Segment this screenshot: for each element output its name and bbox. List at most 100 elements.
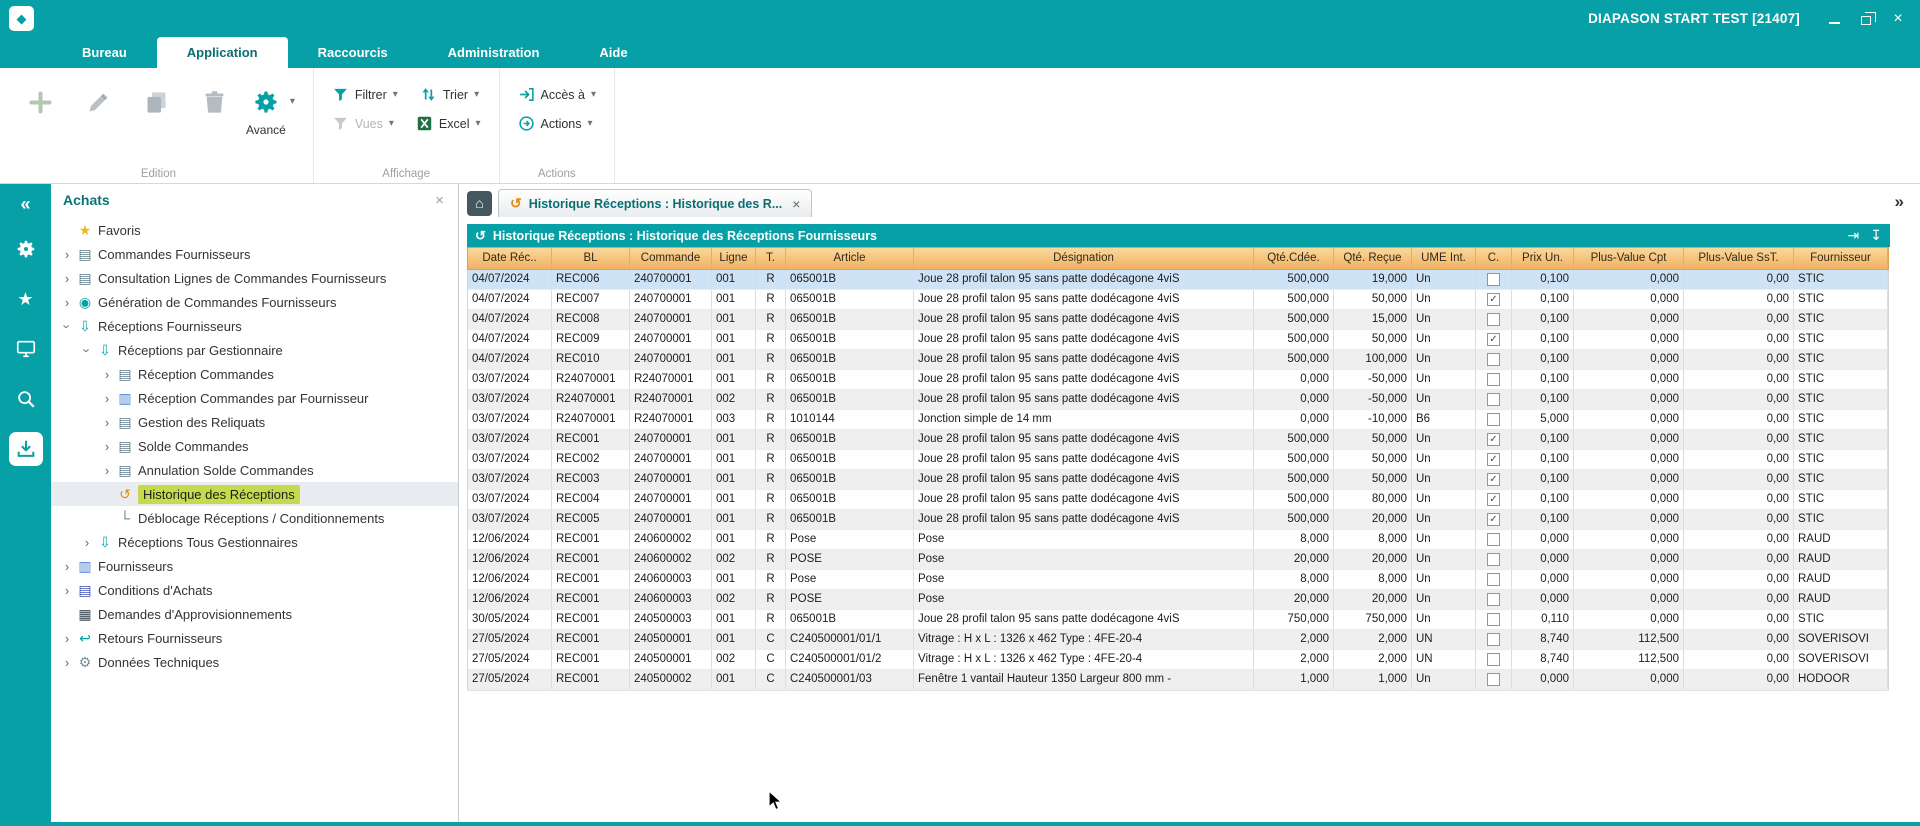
expander-icon[interactable]: › bbox=[59, 271, 75, 286]
row-checkbox[interactable] bbox=[1487, 553, 1500, 566]
expander-icon[interactable]: › bbox=[59, 247, 75, 262]
close-icon[interactable]: × bbox=[435, 192, 444, 209]
row-checkbox[interactable] bbox=[1487, 353, 1500, 366]
tree-item[interactable]: ›◉Génération de Commandes Fournisseurs bbox=[51, 290, 458, 314]
expander-icon[interactable]: › bbox=[59, 559, 75, 574]
table-row[interactable]: 12/06/2024REC001240600003002RPOSEPose20,… bbox=[468, 590, 1888, 610]
pin-right-icon[interactable]: ⇥ bbox=[1848, 227, 1860, 244]
row-checkbox[interactable] bbox=[1487, 613, 1500, 626]
row-checkbox[interactable] bbox=[1487, 633, 1500, 646]
tree-item[interactable]: ›⚙Données Techniques bbox=[51, 650, 458, 674]
row-checkbox[interactable]: ✓ bbox=[1487, 493, 1500, 506]
tree-item[interactable]: └Déblocage Réceptions / Conditionnements bbox=[51, 506, 458, 530]
tree-item[interactable]: ↺Historique des Réceptions bbox=[51, 482, 458, 506]
expander-icon[interactable]: › bbox=[59, 631, 75, 646]
table-row[interactable]: 04/07/2024REC006240700001001R065001BJoue… bbox=[468, 270, 1888, 290]
column-header-ligne[interactable]: Ligne bbox=[712, 248, 756, 269]
expander-icon[interactable]: › bbox=[80, 342, 95, 358]
column-header-pv_sst[interactable]: Plus-Value SsT. bbox=[1684, 248, 1794, 269]
table-row[interactable]: 04/07/2024REC010240700001001R065001BJoue… bbox=[468, 350, 1888, 370]
row-checkbox[interactable]: ✓ bbox=[1487, 473, 1500, 486]
tab-close-icon[interactable]: × bbox=[792, 196, 800, 212]
column-header-date[interactable]: Date Réc.. bbox=[468, 248, 552, 269]
table-row[interactable]: 12/06/2024REC001240600002002RPOSEPose20,… bbox=[468, 550, 1888, 570]
tree-item[interactable]: ›▤Conditions d'Achats bbox=[51, 578, 458, 602]
menu-tab-application[interactable]: Application bbox=[157, 37, 288, 68]
modules-button[interactable] bbox=[9, 232, 43, 266]
excel-button[interactable]: Excel ▾ bbox=[416, 115, 481, 132]
table-row[interactable]: 12/06/2024REC001240600002001RPosePose8,0… bbox=[468, 530, 1888, 550]
table-row[interactable]: 04/07/2024REC009240700001001R065001BJoue… bbox=[468, 330, 1888, 350]
row-checkbox[interactable] bbox=[1487, 653, 1500, 666]
column-header-bl[interactable]: BL bbox=[552, 248, 630, 269]
access-button[interactable]: Accès à ▾ bbox=[518, 86, 597, 103]
row-checkbox[interactable]: ✓ bbox=[1487, 293, 1500, 306]
expander-icon[interactable]: › bbox=[79, 535, 95, 550]
column-header-prix_un[interactable]: Prix Un. bbox=[1512, 248, 1574, 269]
add-button[interactable] bbox=[22, 82, 58, 122]
menu-tab-bureau[interactable]: Bureau bbox=[52, 37, 157, 68]
row-checkbox[interactable] bbox=[1487, 393, 1500, 406]
row-checkbox[interactable]: ✓ bbox=[1487, 513, 1500, 526]
expander-icon[interactable]: › bbox=[99, 415, 115, 430]
expander-icon[interactable]: › bbox=[99, 439, 115, 454]
actions-button[interactable]: Actions ▾ bbox=[518, 115, 593, 132]
expander-icon[interactable]: › bbox=[99, 367, 115, 382]
tree-item[interactable]: ›⇩Réceptions Fournisseurs bbox=[51, 314, 458, 338]
tree-item[interactable]: ▦Demandes d'Approvisionnements bbox=[51, 602, 458, 626]
copy-button[interactable] bbox=[138, 82, 174, 122]
home-button[interactable]: ⌂ bbox=[467, 191, 492, 216]
search-button[interactable] bbox=[9, 382, 43, 416]
restore-button[interactable] bbox=[1852, 6, 1880, 32]
expander-icon[interactable]: › bbox=[60, 318, 75, 334]
tree-item[interactable]: ★Favoris bbox=[51, 218, 458, 242]
table-row[interactable]: 03/07/2024REC001240700001001R065001BJoue… bbox=[468, 430, 1888, 450]
table-row[interactable]: 27/05/2024REC001240500001002CC240500001/… bbox=[468, 650, 1888, 670]
table-row[interactable]: 03/07/2024REC004240700001001R065001BJoue… bbox=[468, 490, 1888, 510]
column-header-designation[interactable]: Désignation bbox=[914, 248, 1254, 269]
download-icon[interactable]: ↧ bbox=[1870, 227, 1882, 244]
table-row[interactable]: 04/07/2024REC008240700001001R065001BJoue… bbox=[468, 310, 1888, 330]
collapse-sidebar-button[interactable]: « bbox=[9, 192, 43, 216]
tab-historique-receptions[interactable]: ↺ Historique Réceptions : Historique des… bbox=[498, 189, 812, 217]
expander-icon[interactable]: › bbox=[59, 583, 75, 598]
expander-icon[interactable]: › bbox=[59, 655, 75, 670]
column-header-qte_cdee[interactable]: Qté.Cdée. bbox=[1254, 248, 1334, 269]
caret-down-icon[interactable]: ▾ bbox=[290, 96, 295, 107]
column-header-qte_recue[interactable]: Qté. Reçue bbox=[1334, 248, 1412, 269]
expander-icon[interactable]: › bbox=[99, 391, 115, 406]
table-row[interactable]: 03/07/2024REC005240700001001R065001BJoue… bbox=[468, 510, 1888, 530]
desktop-button[interactable] bbox=[9, 332, 43, 366]
receptions-module-button[interactable] bbox=[9, 432, 43, 466]
expander-icon[interactable]: › bbox=[99, 463, 115, 478]
tree-item[interactable]: ›▤Commandes Fournisseurs bbox=[51, 242, 458, 266]
row-checkbox[interactable] bbox=[1487, 673, 1500, 686]
column-header-fournisseur[interactable]: Fournisseur bbox=[1794, 248, 1888, 269]
column-header-pv_cpt[interactable]: Plus-Value Cpt bbox=[1574, 248, 1684, 269]
row-checkbox[interactable]: ✓ bbox=[1487, 333, 1500, 346]
row-checkbox[interactable] bbox=[1487, 373, 1500, 386]
tree-item[interactable]: ›↩Retours Fournisseurs bbox=[51, 626, 458, 650]
table-row[interactable]: 04/07/2024REC007240700001001R065001BJoue… bbox=[468, 290, 1888, 310]
close-button[interactable]: × bbox=[1884, 6, 1912, 32]
expander-icon[interactable]: › bbox=[59, 295, 75, 310]
column-header-article[interactable]: Article bbox=[786, 248, 914, 269]
table-row[interactable]: 12/06/2024REC001240600003001RPosePose8,0… bbox=[468, 570, 1888, 590]
tree-item[interactable]: ›▤Solde Commandes bbox=[51, 434, 458, 458]
column-header-t[interactable]: T. bbox=[756, 248, 786, 269]
table-row[interactable]: 03/07/2024R24070001R24070001001R065001BJ… bbox=[468, 370, 1888, 390]
row-checkbox[interactable] bbox=[1487, 313, 1500, 326]
sort-button[interactable]: Trier ▾ bbox=[420, 86, 479, 103]
menu-tab-raccourcis[interactable]: Raccourcis bbox=[288, 37, 418, 68]
tree-item[interactable]: ›▤Consultation Lignes de Commandes Fourn… bbox=[51, 266, 458, 290]
table-row[interactable]: 30/05/2024REC001240500003001R065001BJoue… bbox=[468, 610, 1888, 630]
tree-item[interactable]: ›▤Réception Commandes bbox=[51, 362, 458, 386]
delete-button[interactable] bbox=[196, 82, 232, 122]
menu-tab-administration[interactable]: Administration bbox=[418, 37, 570, 68]
row-checkbox[interactable]: ✓ bbox=[1487, 433, 1500, 446]
row-checkbox[interactable] bbox=[1487, 573, 1500, 586]
tree-item[interactable]: ›⇩Réceptions par Gestionnaire bbox=[51, 338, 458, 362]
favorites-button[interactable]: ★ bbox=[9, 282, 43, 316]
column-header-c[interactable]: C. bbox=[1476, 248, 1512, 269]
edit-button[interactable] bbox=[80, 82, 116, 122]
